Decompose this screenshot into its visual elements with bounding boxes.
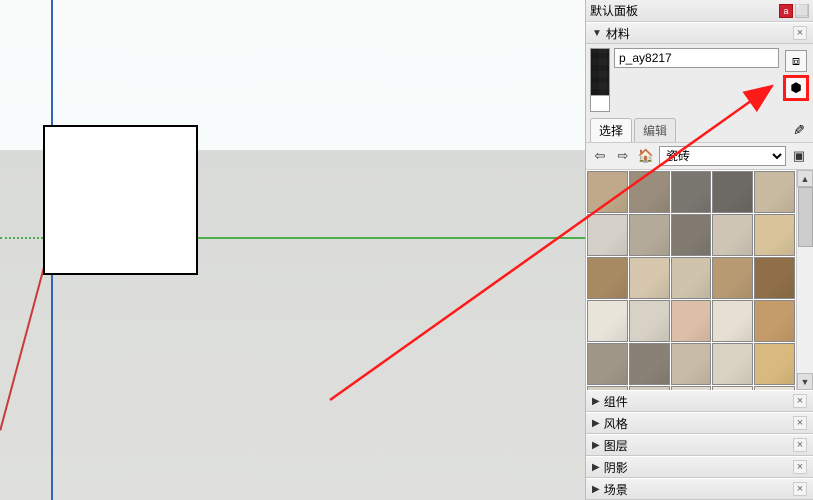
maximize-button[interactable]: ⬜	[795, 4, 809, 18]
material-swatch[interactable]	[629, 343, 670, 385]
material-swatch[interactable]	[712, 257, 753, 299]
panel-header-collapsed[interactable]: ▶ 风格 ×	[586, 412, 813, 434]
detail-icon: ▣	[793, 148, 805, 164]
home-icon: 🏠	[638, 148, 654, 164]
material-name-input[interactable]	[614, 48, 779, 68]
material-swatch[interactable]	[712, 300, 753, 342]
collapse-icon: ▶	[592, 484, 600, 495]
collapse-icon: ▶	[592, 418, 600, 429]
material-swatch[interactable]	[712, 343, 753, 385]
create-material-button[interactable]: ⬢	[783, 75, 809, 101]
nav-back-button[interactable]: ⇦	[590, 146, 610, 166]
material-swatch[interactable]	[629, 300, 670, 342]
panel-title: 场景	[604, 481, 628, 498]
material-swatch[interactable]	[587, 171, 628, 213]
material-swatch[interactable]	[587, 343, 628, 385]
panel-close-button[interactable]: ×	[793, 438, 807, 452]
viewport-3d[interactable]	[0, 0, 585, 500]
material-swatch[interactable]	[754, 300, 795, 342]
create-material-icon: ⬢	[790, 80, 801, 96]
material-swatch-grid	[586, 170, 796, 390]
tab-edit[interactable]: 编辑	[634, 118, 676, 142]
material-swatch[interactable]	[712, 171, 753, 213]
material-swatch[interactable]	[754, 343, 795, 385]
panel-header-collapsed[interactable]: ▶ 阴影 ×	[586, 456, 813, 478]
material-swatch[interactable]	[587, 257, 628, 299]
panel-close-button[interactable]: ×	[793, 416, 807, 430]
panel-header-collapsed[interactable]: ▶ 组件 ×	[586, 390, 813, 412]
material-swatch[interactable]	[671, 343, 712, 385]
panel-close-button[interactable]: ×	[793, 460, 807, 474]
collapse-icon: ▶	[592, 462, 600, 473]
expand-icon: ▼	[592, 28, 602, 39]
panel-title: 材料	[606, 25, 630, 42]
model-face[interactable]	[43, 125, 198, 275]
cube-icon: ⧈	[792, 53, 800, 69]
panel-header-collapsed[interactable]: ▶ 图层 ×	[586, 434, 813, 456]
tab-select[interactable]: 选择	[590, 118, 632, 142]
default-tray: 默认面板 a ⬜ ▼ 材料 × ⧈ ⬢	[585, 0, 813, 500]
scrollbar[interactable]: ▲ ▼	[796, 170, 813, 390]
material-swatch[interactable]	[754, 257, 795, 299]
material-swatch[interactable]	[587, 300, 628, 342]
collapse-icon: ▶	[592, 440, 600, 451]
eyedropper-button[interactable]: ✎	[789, 120, 809, 140]
panel-header-materials[interactable]: ▼ 材料 ×	[586, 22, 813, 44]
panel-close-button[interactable]: ×	[793, 26, 807, 40]
panel-header-collapsed[interactable]: ▶ 场景 ×	[586, 478, 813, 500]
back-icon: ⇦	[595, 148, 606, 164]
panel-title: 组件	[604, 393, 628, 410]
detail-view-button[interactable]: ▣	[789, 146, 809, 166]
material-swatch[interactable]	[629, 171, 670, 213]
panel-title: 阴影	[604, 459, 628, 476]
material-swatch[interactable]	[629, 214, 670, 256]
material-swatch[interactable]	[629, 257, 670, 299]
material-swatch[interactable]	[671, 214, 712, 256]
material-swatch[interactable]	[671, 300, 712, 342]
category-select[interactable]: 瓷砖	[659, 146, 786, 166]
material-swatch[interactable]	[712, 214, 753, 256]
scroll-up-button[interactable]: ▲	[797, 170, 813, 187]
nav-forward-button[interactable]: ⇨	[613, 146, 633, 166]
tray-titlebar[interactable]: 默认面板 a ⬜	[586, 0, 813, 22]
material-swatch[interactable]	[754, 214, 795, 256]
panel-close-button[interactable]: ×	[793, 482, 807, 496]
material-swatch[interactable]	[671, 171, 712, 213]
collapse-icon: ▶	[592, 396, 600, 407]
material-swatch[interactable]	[587, 214, 628, 256]
tray-title: 默认面板	[590, 2, 638, 19]
eyedropper-icon: ✎	[793, 122, 805, 139]
panel-close-button[interactable]: ×	[793, 394, 807, 408]
panel-title: 风格	[604, 415, 628, 432]
panel-title: 图层	[604, 437, 628, 454]
add-to-model-button[interactable]: ⧈	[785, 50, 807, 72]
material-swatch[interactable]	[671, 257, 712, 299]
materials-panel-body: ⧈ ⬢ 选择 编辑 ✎ ⇦ ⇨ 🏠 瓷砖 ▣	[586, 44, 813, 390]
pin-button[interactable]: a	[779, 4, 793, 18]
material-swatch[interactable]	[754, 171, 795, 213]
nav-home-button[interactable]: 🏠	[636, 146, 656, 166]
forward-icon: ⇨	[618, 148, 629, 164]
scroll-down-button[interactable]: ▼	[797, 373, 813, 390]
scroll-thumb[interactable]	[798, 187, 813, 247]
current-material-preview[interactable]	[590, 48, 610, 112]
